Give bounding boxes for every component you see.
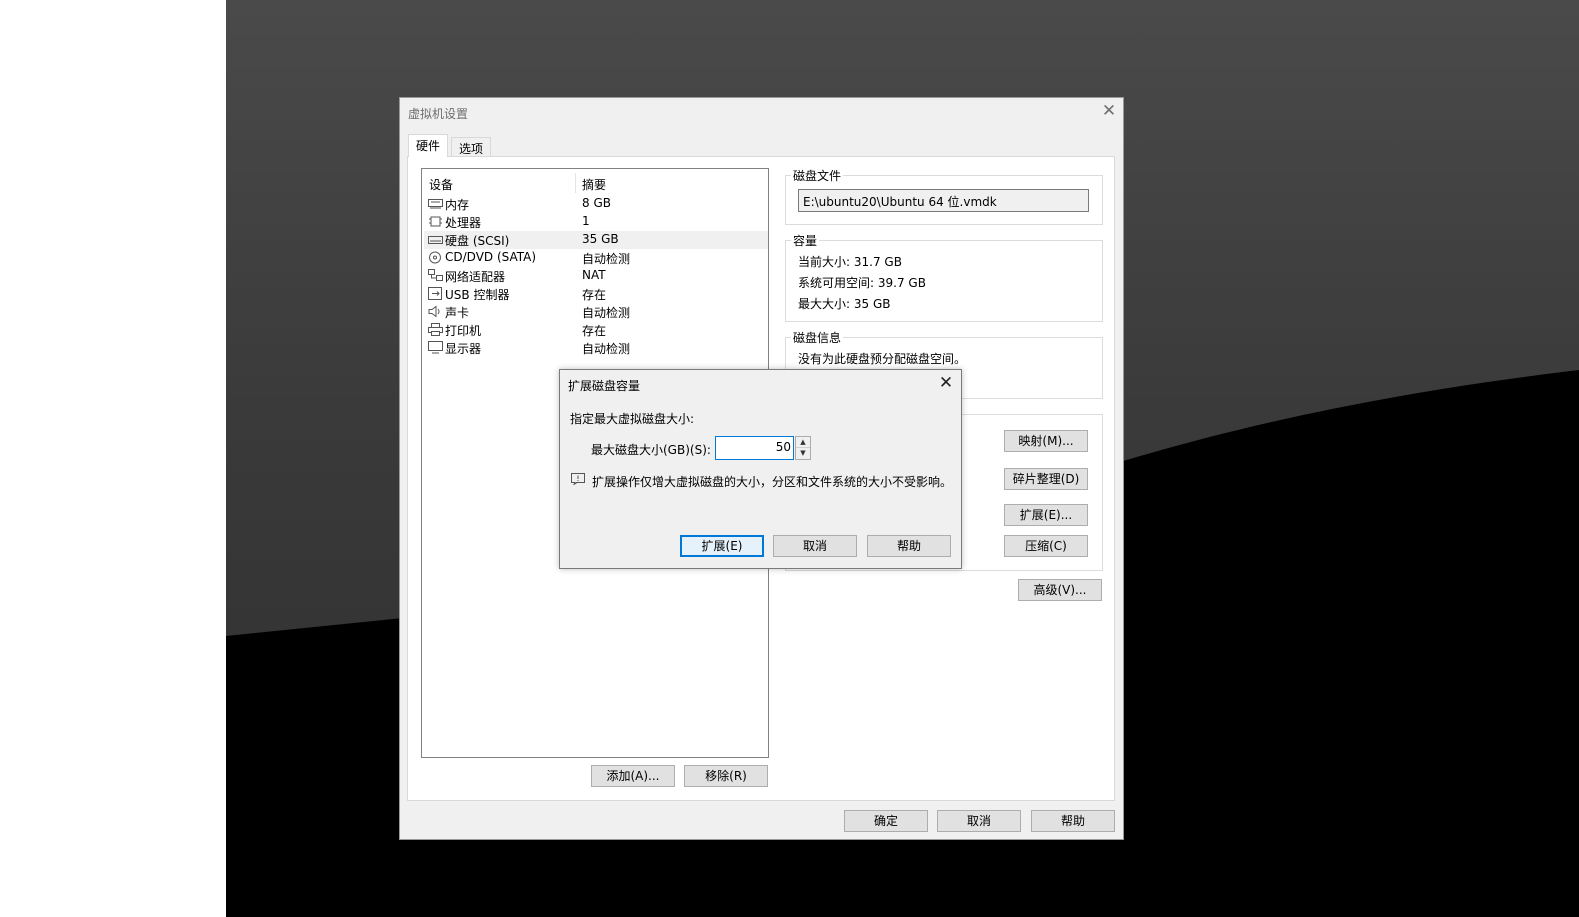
max-disk-size-label: 最大磁盘大小(GB)(S): bbox=[591, 443, 711, 457]
device-summary: 自动检测 bbox=[582, 252, 631, 266]
device-summary: 8 GB bbox=[582, 196, 611, 210]
tab-hardware[interactable]: 硬件 bbox=[408, 134, 449, 157]
close-icon[interactable]: ✕ bbox=[1099, 102, 1119, 122]
device-row-usb[interactable]: USB 控制器 存在 bbox=[424, 285, 768, 303]
column-separator[interactable] bbox=[575, 173, 576, 193]
printer-icon bbox=[428, 323, 443, 336]
expand-disk-button[interactable]: 扩展(E)... bbox=[1004, 504, 1088, 526]
device-name: 处理器 bbox=[445, 216, 482, 230]
disk-file-group-title: 磁盘文件 bbox=[791, 167, 844, 184]
processor-icon bbox=[429, 216, 442, 227]
device-row-printer[interactable]: 打印机 存在 bbox=[424, 321, 768, 339]
sound-card-icon bbox=[428, 305, 440, 318]
device-summary: 自动检测 bbox=[582, 306, 631, 320]
device-name: 硬盘 (SCSI) bbox=[445, 234, 510, 248]
ok-button[interactable]: 确定 bbox=[844, 810, 928, 832]
device-summary: 自动检测 bbox=[582, 342, 631, 356]
device-row-processor[interactable]: 处理器 1 bbox=[424, 213, 768, 231]
instruction-text: 指定最大虚拟磁盘大小: bbox=[570, 412, 695, 426]
device-name: 打印机 bbox=[445, 324, 482, 338]
map-button[interactable]: 映射(M)... bbox=[1004, 430, 1088, 452]
tab-options[interactable]: 选项 bbox=[451, 137, 492, 157]
device-summary: 存在 bbox=[582, 324, 607, 338]
hard-disk-icon bbox=[428, 236, 443, 244]
device-name: USB 控制器 bbox=[445, 288, 510, 302]
expand-disk-dialog: 扩展磁盘容量 ✕ 指定最大虚拟磁盘大小: 最大磁盘大小(GB)(S): 50 ▲… bbox=[559, 369, 962, 569]
usb-icon bbox=[428, 287, 442, 300]
remove-device-button[interactable]: 移除(R) bbox=[684, 765, 768, 787]
device-row-display[interactable]: 显示器 自动检测 bbox=[424, 339, 768, 357]
add-device-button[interactable]: 添加(A)... bbox=[591, 765, 675, 787]
expand-help-button[interactable]: 帮助 bbox=[867, 535, 951, 557]
disk-info-group-title: 磁盘信息 bbox=[791, 329, 844, 346]
compact-button[interactable]: 压缩(C) bbox=[1004, 535, 1088, 557]
advanced-button[interactable]: 高级(V)... bbox=[1018, 579, 1102, 601]
device-name: 内存 bbox=[445, 198, 470, 212]
size-spinner[interactable]: ▲ ▼ bbox=[795, 436, 811, 460]
max-size-text: 最大大小: 35 GB bbox=[798, 297, 891, 311]
memory-icon bbox=[428, 199, 443, 209]
expand-cancel-button[interactable]: 取消 bbox=[773, 535, 857, 557]
device-summary: 35 GB bbox=[582, 232, 619, 246]
device-summary: 存在 bbox=[582, 288, 607, 302]
device-row-network-adapter[interactable]: 网络适配器 NAT bbox=[424, 267, 768, 285]
device-summary: 1 bbox=[582, 214, 590, 228]
cd-dvd-icon bbox=[429, 251, 441, 264]
device-summary: NAT bbox=[582, 268, 606, 282]
system-free-space-text: 系统可用空间: 39.7 GB bbox=[798, 276, 926, 290]
disk-file-path-field[interactable]: E:\ubuntu20\Ubuntu 64 位.vmdk bbox=[798, 189, 1089, 212]
device-name: CD/DVD (SATA) bbox=[445, 250, 537, 264]
device-row-memory[interactable]: 内存 8 GB bbox=[424, 195, 768, 213]
device-name: 网络适配器 bbox=[445, 270, 506, 284]
info-text: 扩展操作仅增大虚拟磁盘的大小，分区和文件系统的大小不受影响。 bbox=[592, 475, 953, 489]
device-row-hard-disk[interactable]: 硬盘 (SCSI) 35 GB bbox=[424, 231, 768, 249]
expand-confirm-button[interactable]: 扩展(E) bbox=[680, 535, 764, 557]
max-disk-size-input[interactable]: 50 bbox=[715, 436, 794, 460]
spin-up-arrow-icon[interactable]: ▲ bbox=[796, 437, 810, 448]
display-icon bbox=[428, 341, 443, 354]
expand-dialog-title: 扩展磁盘容量 bbox=[568, 379, 641, 393]
defragment-button[interactable]: 碎片整理(D) bbox=[1004, 468, 1088, 490]
spin-down-arrow-icon[interactable]: ▼ bbox=[796, 448, 810, 459]
close-icon[interactable]: ✕ bbox=[936, 373, 956, 393]
disk-info-text: 没有为此硬盘预分配磁盘空间。 bbox=[798, 352, 967, 366]
network-adapter-icon bbox=[428, 269, 443, 281]
disk-file-group: 磁盘文件 E:\ubuntu20\Ubuntu 64 位.vmdk bbox=[785, 167, 1103, 225]
column-header-device[interactable]: 设备 bbox=[429, 176, 453, 193]
help-button[interactable]: 帮助 bbox=[1031, 810, 1115, 832]
device-name: 声卡 bbox=[445, 306, 470, 320]
cancel-button[interactable]: 取消 bbox=[937, 810, 1021, 832]
column-header-summary[interactable]: 摘要 bbox=[582, 176, 606, 193]
device-row-sound-card[interactable]: 声卡 自动检测 bbox=[424, 303, 768, 321]
device-name: 显示器 bbox=[445, 342, 482, 356]
info-icon bbox=[571, 473, 585, 485]
dialog-title: 虚拟机设置 bbox=[408, 107, 469, 121]
capacity-group: 容量 当前大小: 31.7 GB 系统可用空间: 39.7 GB 最大大小: 3… bbox=[785, 232, 1103, 322]
device-row-cd-dvd[interactable]: CD/DVD (SATA) 自动检测 bbox=[424, 249, 768, 267]
current-size-text: 当前大小: 31.7 GB bbox=[798, 255, 902, 269]
capacity-group-title: 容量 bbox=[791, 232, 820, 249]
